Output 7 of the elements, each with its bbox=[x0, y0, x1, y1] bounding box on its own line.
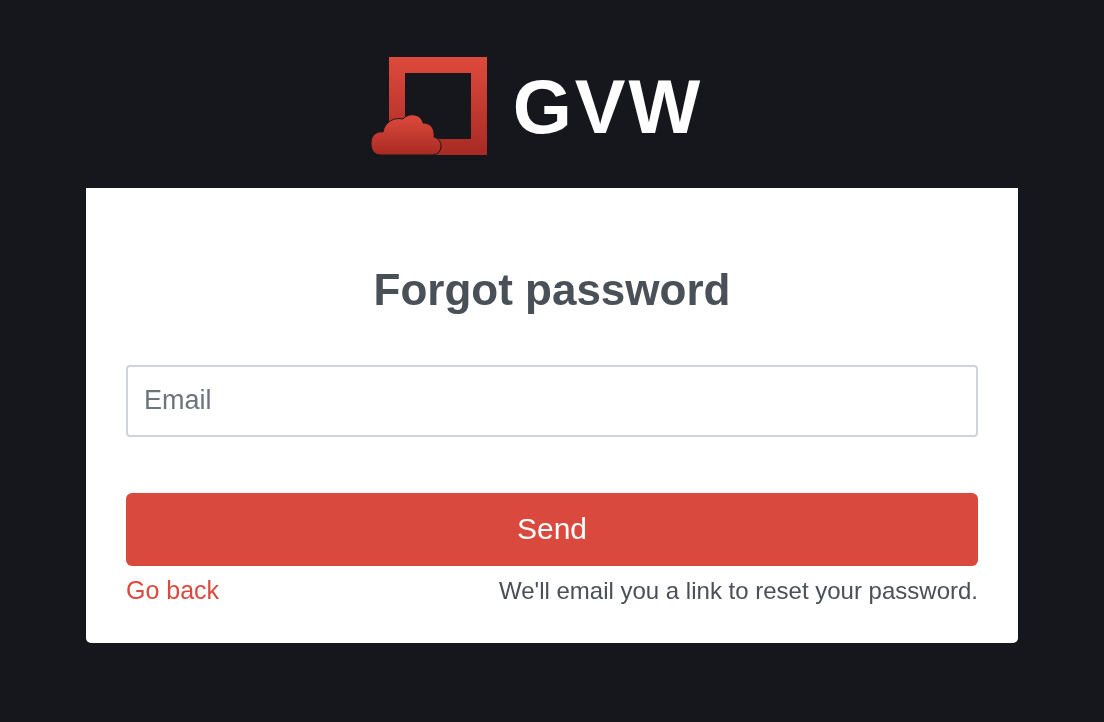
hint-text: We'll email you a link to reset your password. bbox=[499, 576, 978, 605]
go-back-link[interactable]: Go back bbox=[126, 575, 220, 605]
logo-wordmark: GVW bbox=[512, 69, 704, 145]
logo-icon bbox=[370, 57, 489, 157]
form-title: Forgot password bbox=[372, 264, 732, 316]
email-field[interactable]: Email bbox=[126, 364, 978, 437]
send-button[interactable]: Send bbox=[126, 492, 978, 566]
